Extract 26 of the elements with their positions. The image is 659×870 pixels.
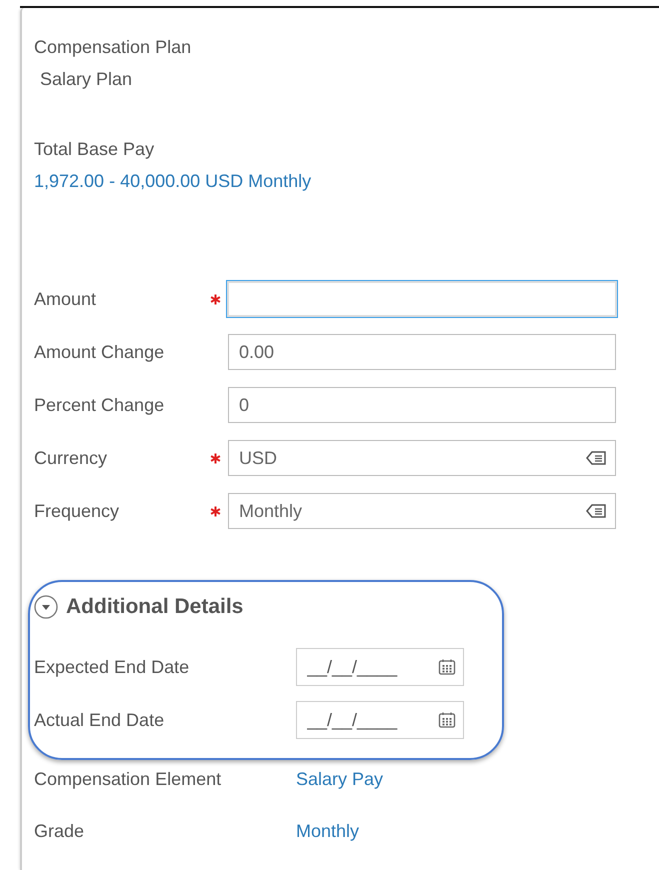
field-label: Amount Change [34,342,166,362]
calendar-icon[interactable] [438,658,456,676]
input-field[interactable] [226,280,618,318]
calendar-icon[interactable] [438,711,456,729]
section-title: Additional Details [66,595,244,619]
field-label: Actual End Date [34,710,166,730]
select-field[interactable]: USD [228,440,616,476]
field-label: Percent Change [34,394,166,416]
field-label: Currency [34,448,108,468]
summary-value: Salary Plan [39,68,134,90]
field-label: Frequency [34,500,120,522]
select-field[interactable]: Monthly [228,493,616,529]
summary-link[interactable]: 1,972.00 - 40,000.00 USD Monthly [34,170,659,192]
input-field[interactable]: 0.00 [228,334,616,370]
detail-link[interactable]: Monthly [296,820,360,842]
summary-label: Compensation Plan [34,36,192,58]
field-label: Amount [34,288,98,310]
date-field[interactable]: __/__/____ [296,648,464,686]
field-label: Expected End Date [34,656,190,678]
collapse-icon[interactable] [34,595,58,619]
detail-link[interactable]: Salary Pay [296,768,384,790]
date-field[interactable]: __/__/____ [296,701,464,739]
detail-label: Grade [34,820,86,842]
input-field[interactable]: 0 [228,387,616,423]
detail-label: Compensation Element [34,768,222,790]
summary-label: Total Base Pay [34,138,156,160]
